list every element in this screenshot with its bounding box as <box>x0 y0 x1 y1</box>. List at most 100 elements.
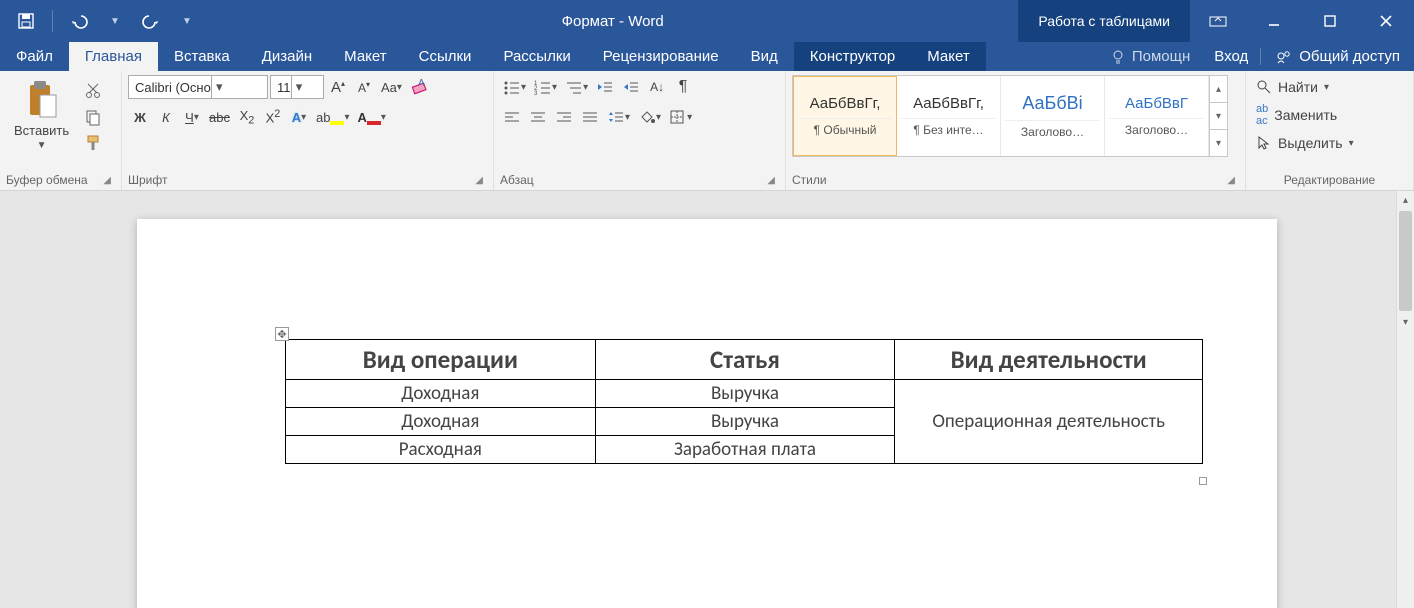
tab-insert[interactable]: Вставка <box>158 42 246 71</box>
sort-button[interactable]: A↓ <box>645 75 669 99</box>
tab-mailings[interactable]: Рассылки <box>487 42 586 71</box>
dialog-launcher-icon[interactable]: ◢ <box>475 175 487 186</box>
tab-view[interactable]: Вид <box>735 42 794 71</box>
italic-icon: К <box>162 110 170 125</box>
tab-design[interactable]: Дизайн <box>246 42 328 71</box>
share-button[interactable]: Общий доступ <box>1260 48 1414 65</box>
table-cell[interactable]: Расходная <box>286 436 596 464</box>
font-name-combo[interactable]: Calibri (Осно▾ <box>128 75 268 99</box>
gallery-scroll-up[interactable]: ▴ <box>1210 76 1227 103</box>
redo-button[interactable] <box>131 0 171 42</box>
multilevel-button[interactable]: ▾ <box>562 75 591 99</box>
scroll-thumb[interactable] <box>1399 211 1412 311</box>
replace-button[interactable]: abac Заменить <box>1256 103 1354 127</box>
table-header-cell[interactable]: Статья <box>595 340 895 380</box>
strikethrough-button[interactable]: abc <box>206 105 233 129</box>
style-normal[interactable]: АаБбВвГг, ¶ Обычный <box>793 76 897 156</box>
clear-formatting-button[interactable]: A <box>407 75 433 99</box>
undo-button[interactable] <box>59 0 99 42</box>
scroll-down-button[interactable]: ▾ <box>1397 313 1414 331</box>
shading-button[interactable]: ▾ <box>635 105 664 129</box>
decrease-indent-button[interactable] <box>593 75 617 99</box>
tab-review[interactable]: Рецензирование <box>587 42 735 71</box>
align-left-button[interactable] <box>500 105 524 129</box>
table-move-handle[interactable]: ✥ <box>275 327 289 341</box>
table-header-cell[interactable]: Вид деятельности <box>895 340 1203 380</box>
font-size-combo[interactable]: 11▾ <box>270 75 324 99</box>
shrink-font-button[interactable]: A▾ <box>352 75 376 99</box>
tab-layout[interactable]: Макет <box>328 42 402 71</box>
styles-gallery[interactable]: АаБбВвГг, ¶ Обычный АаБбВвГг, ¶ Без инте… <box>792 75 1228 157</box>
close-button[interactable] <box>1358 0 1414 42</box>
table-resize-handle[interactable] <box>1199 477 1207 485</box>
document-area[interactable]: ✥ Вид операции Статья Вид деятельности Д… <box>0 191 1414 608</box>
tab-home[interactable]: Главная <box>69 42 158 71</box>
table-cell[interactable]: Доходная <box>286 380 596 408</box>
save-button[interactable] <box>6 0 46 42</box>
paste-button[interactable]: Вставить ▼ <box>6 75 77 170</box>
maximize-button[interactable] <box>1302 0 1358 42</box>
justify-button[interactable] <box>578 105 602 129</box>
chevron-down-icon[interactable]: ▾ <box>291 76 307 98</box>
align-right-button[interactable] <box>552 105 576 129</box>
text-effects-button[interactable]: A▾ <box>287 105 311 129</box>
cut-button[interactable] <box>81 79 105 103</box>
gallery-scroll-down[interactable]: ▾ <box>1210 103 1227 130</box>
document-page[interactable]: ✥ Вид операции Статья Вид деятельности Д… <box>137 219 1277 608</box>
style-no-spacing[interactable]: АаБбВвГг, ¶ Без инте… <box>897 76 1001 156</box>
document-table[interactable]: Вид операции Статья Вид деятельности Дох… <box>285 339 1203 464</box>
bullets-button[interactable]: ▾ <box>500 75 529 99</box>
bold-button[interactable]: Ж <box>128 105 152 129</box>
vertical-scrollbar[interactable]: ▴ ▾ <box>1396 191 1414 608</box>
grow-font-button[interactable]: A▴ <box>326 75 350 99</box>
underline-button[interactable]: Ч▾ <box>180 105 204 129</box>
qat-customize[interactable]: ▼ <box>173 0 201 42</box>
find-button[interactable]: Найти ▾ <box>1256 75 1354 99</box>
minimize-icon <box>1267 14 1281 28</box>
font-color-button[interactable]: A▾ <box>354 105 388 129</box>
tab-table-design[interactable]: Конструктор <box>794 42 912 71</box>
tab-table-layout[interactable]: Макет <box>911 42 985 71</box>
signin-button[interactable]: Вход <box>1202 48 1260 65</box>
format-painter-button[interactable] <box>81 131 105 155</box>
minimize-button[interactable] <box>1246 0 1302 42</box>
align-center-button[interactable] <box>526 105 550 129</box>
scroll-up-button[interactable]: ▴ <box>1397 191 1414 209</box>
dialog-launcher-icon[interactable]: ◢ <box>103 175 115 186</box>
redo-icon <box>141 12 161 30</box>
subscript-button[interactable]: X2 <box>235 105 259 129</box>
table-cell[interactable]: Выручка <box>595 408 895 436</box>
superscript-button[interactable]: X2 <box>261 105 285 129</box>
tell-me[interactable]: Помощн <box>1098 48 1202 65</box>
paintbrush-icon <box>84 134 102 152</box>
change-case-button[interactable]: Aa▾ <box>378 75 405 99</box>
tab-references[interactable]: Ссылки <box>403 42 488 71</box>
table-cell[interactable]: Доходная <box>286 408 596 436</box>
chevron-down-icon[interactable]: ▾ <box>211 76 227 98</box>
highlight-button[interactable]: ab▾ <box>313 105 353 129</box>
style-heading1[interactable]: АаБбВі Заголово… <box>1001 76 1105 156</box>
italic-button[interactable]: К <box>154 105 178 129</box>
borders-button[interactable]: ▾ <box>666 105 695 129</box>
eraser-icon: A <box>410 78 430 96</box>
select-button[interactable]: Выделить ▾ <box>1256 131 1354 155</box>
gallery-more[interactable]: ▾ <box>1210 130 1227 156</box>
tab-file[interactable]: Файл <box>0 42 69 71</box>
table-cell[interactable]: Заработная плата <box>595 436 895 464</box>
style-heading2[interactable]: АаБбВвГ Заголово… <box>1105 76 1209 156</box>
ribbon-display-options[interactable] <box>1190 0 1246 42</box>
undo-dropdown[interactable]: ▼ <box>101 0 129 42</box>
table-cell-merged[interactable]: Операционная деятельность <box>895 380 1203 464</box>
svg-text:3: 3 <box>534 91 538 95</box>
copy-button[interactable] <box>81 105 105 129</box>
numbering-button[interactable]: 123▾ <box>531 75 560 99</box>
line-spacing-button[interactable]: ▾ <box>604 105 633 129</box>
dialog-launcher-icon[interactable]: ◢ <box>1227 175 1239 186</box>
dialog-launcher-icon[interactable]: ◢ <box>767 175 779 186</box>
show-marks-button[interactable]: ¶ <box>671 75 695 99</box>
table-cell[interactable]: Выручка <box>595 380 895 408</box>
find-label: Найти <box>1278 79 1318 95</box>
table-header-cell[interactable]: Вид операции <box>286 340 596 380</box>
increase-indent-button[interactable] <box>619 75 643 99</box>
text-effects-icon: A <box>292 110 301 125</box>
